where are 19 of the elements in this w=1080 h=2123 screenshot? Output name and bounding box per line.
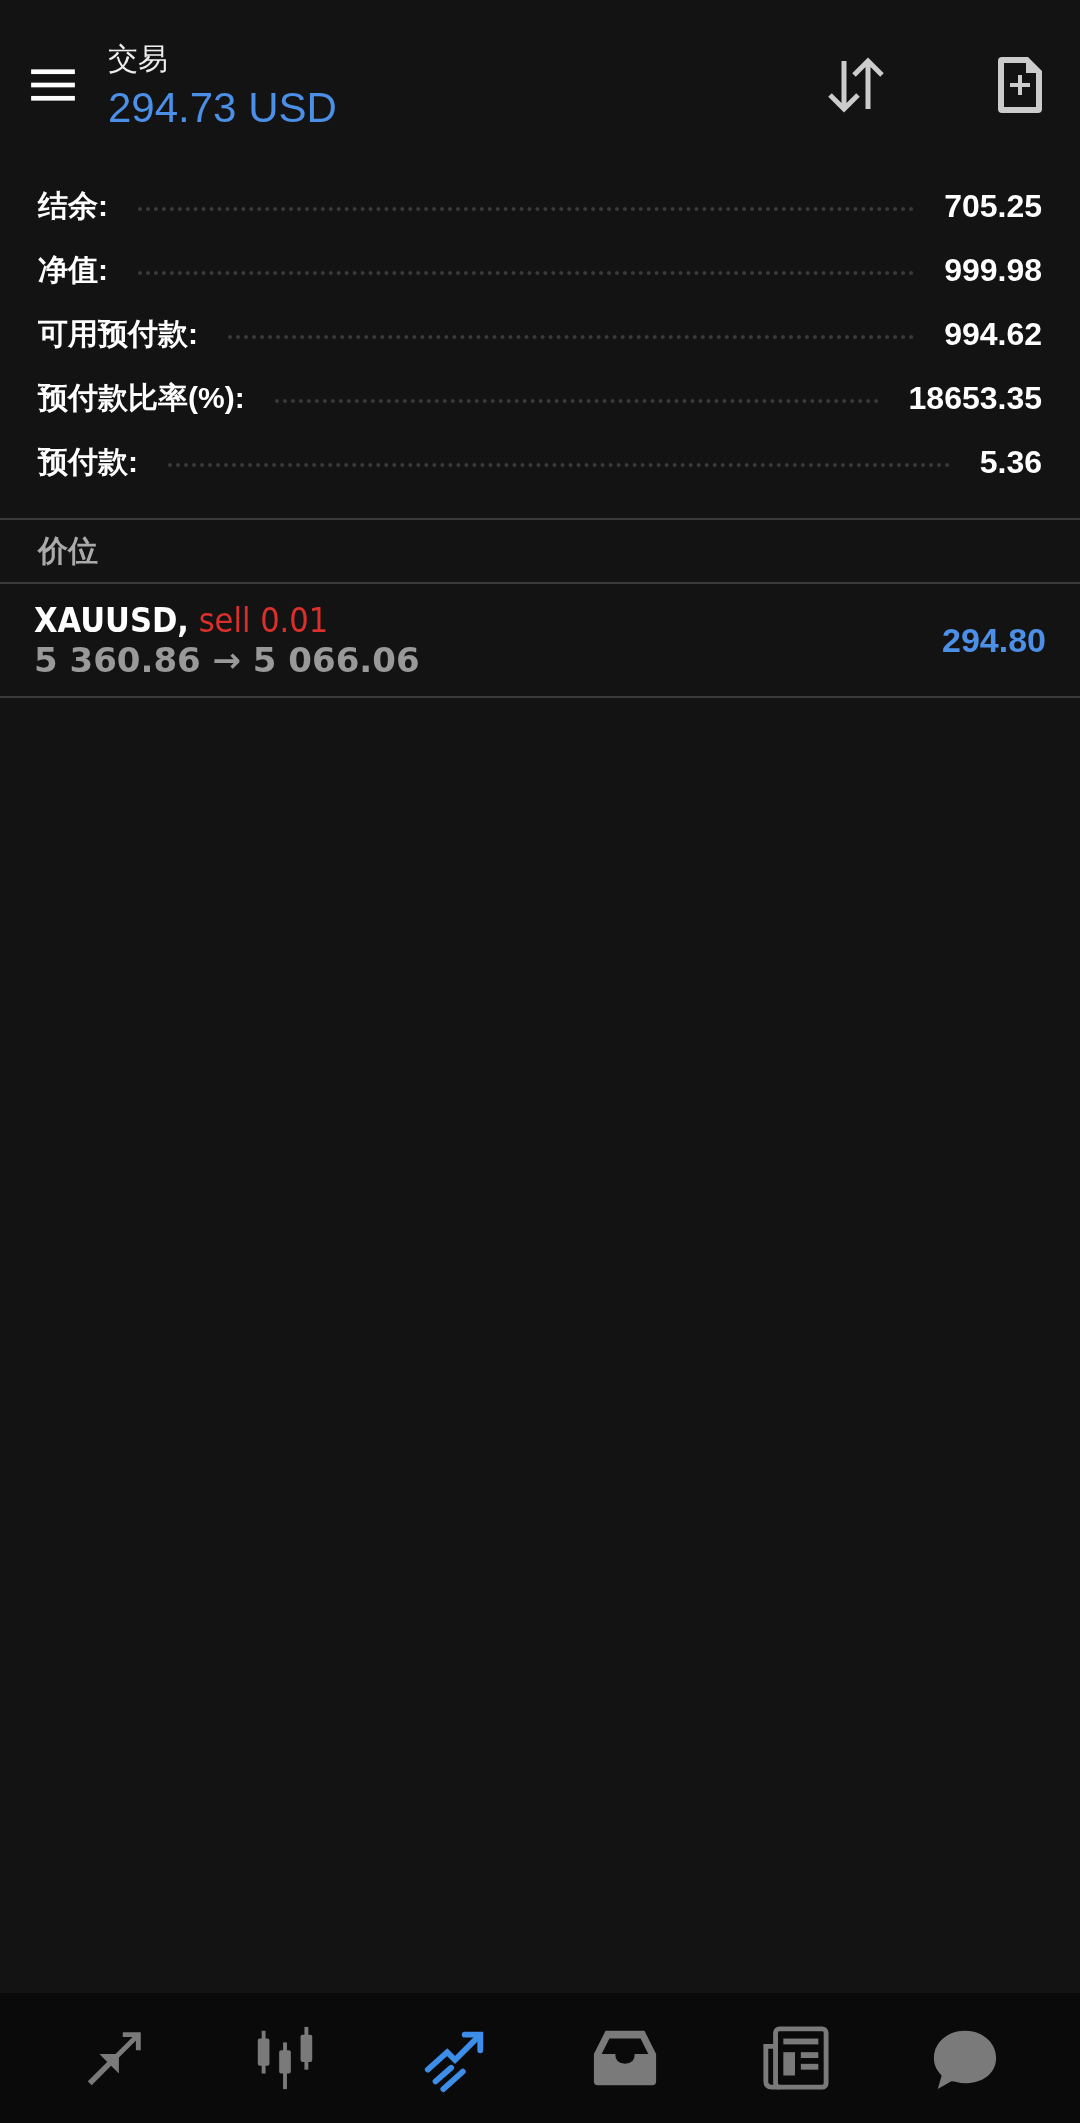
summary-label: 预付款:	[38, 443, 138, 480]
order-side: sell 0.01	[198, 600, 329, 640]
profit-value: 294.80	[942, 620, 1046, 660]
section-header: 价位	[38, 532, 98, 569]
summary-label: 结余:	[38, 187, 108, 224]
price-range: 5 360.86 → 5 066.06	[34, 640, 421, 680]
symbol-label: XAUUSD,	[34, 600, 189, 640]
summary-label: 可用预付款:	[38, 315, 198, 352]
newspaper-icon[interactable]	[760, 2023, 830, 2093]
summary-label: 预付款比率(%):	[38, 379, 245, 416]
page-title: 交易	[108, 40, 169, 77]
summary-label: 净值:	[38, 251, 108, 288]
summary-value: 705.25	[944, 187, 1042, 225]
summary-value: 18653.35	[908, 379, 1042, 417]
summary-value: 994.62	[944, 315, 1042, 353]
position-row[interactable]: XAUUSD, sell 0.01 5 360.86 → 5 066.06 294.80	[0, 584, 1080, 698]
summary-value: 5.36	[979, 443, 1042, 481]
summary-value: 999.98	[944, 251, 1042, 289]
balance-amount: 294.73 USD	[108, 83, 338, 132]
